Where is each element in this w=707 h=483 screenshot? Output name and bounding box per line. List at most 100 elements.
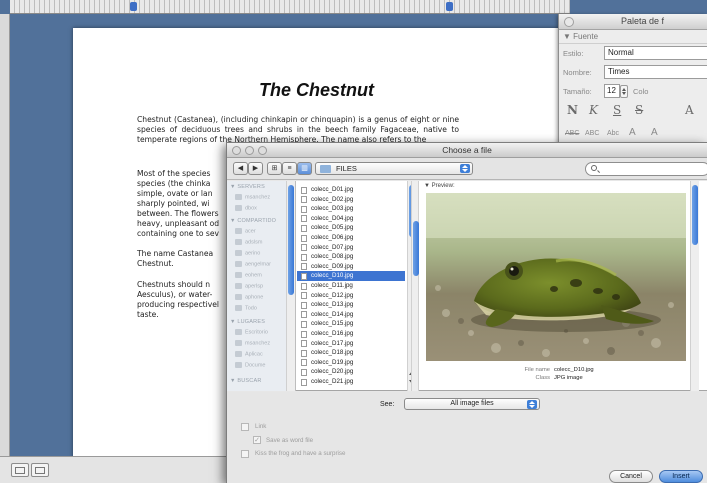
- image-file-icon: [301, 330, 307, 338]
- font-name-field[interactable]: Times: [604, 65, 707, 79]
- search-icon: [591, 165, 597, 171]
- file-name: colecc_D10.jpg: [311, 272, 354, 280]
- search-input[interactable]: [585, 162, 707, 176]
- sidebar-item[interactable]: aengelmar: [235, 261, 271, 267]
- dialog-options: See: All image files Link ✓ Save as word…: [227, 392, 707, 483]
- choose-file-dialog: Choose a file ◀ ▶ ⊞ ≡ ▥ FILES ▼ SERVERS …: [226, 142, 707, 483]
- file-name: colecc_D17.jpg: [311, 339, 354, 347]
- kiss-frog-checkbox[interactable]: [241, 450, 249, 458]
- scroll-thumb[interactable]: [692, 185, 698, 245]
- right-indent-marker[interactable]: [446, 2, 453, 11]
- dialog-titlebar[interactable]: Choose a file: [227, 143, 707, 158]
- layout-view-button[interactable]: [31, 463, 49, 477]
- italic-button[interactable]: K: [589, 103, 598, 117]
- superscript-button[interactable]: A: [629, 127, 636, 138]
- font-name-label: Nombre:: [563, 68, 592, 77]
- file-name-key: File name: [524, 367, 550, 373]
- file-row[interactable]: colecc_D20.jpg: [297, 367, 405, 376]
- sidebar-header-search: ▼ BUSCAR: [230, 378, 262, 384]
- file-row[interactable]: colecc_D16.jpg: [297, 329, 405, 338]
- save-as-word-checkbox[interactable]: ✓: [253, 436, 261, 444]
- file-name: colecc_D01.jpg: [311, 186, 354, 193]
- server-icon: [235, 194, 242, 200]
- preview-scrollbar[interactable]: [690, 181, 699, 391]
- sidebar-item[interactable]: Escritorio: [235, 329, 268, 335]
- image-file-icon: [301, 349, 307, 357]
- file-row[interactable]: colecc_D09.jpg: [297, 262, 405, 271]
- file-row[interactable]: colecc_D19.jpg: [297, 358, 405, 367]
- dialog-toolbar: ◀ ▶ ⊞ ≡ ▥ FILES: [227, 158, 707, 180]
- image-file-icon: [301, 368, 307, 376]
- file-row[interactable]: colecc_D14.jpg: [297, 310, 405, 319]
- scroll-thumb[interactable]: [413, 221, 419, 276]
- file-row[interactable]: colecc_D03.jpg: [297, 204, 405, 213]
- back-button[interactable]: ◀: [233, 162, 248, 175]
- sidebar-item[interactable]: dbox: [235, 205, 257, 211]
- file-row[interactable]: colecc_D06.jpg: [297, 233, 405, 242]
- file-row[interactable]: colecc_D12.jpg: [297, 291, 405, 300]
- folder-popup[interactable]: FILES: [315, 162, 473, 175]
- underline-button[interactable]: S: [613, 103, 621, 117]
- file-type-popup[interactable]: All image files: [404, 398, 540, 410]
- file-row[interactable]: colecc_D02.jpg: [297, 195, 405, 204]
- server-icon: [235, 205, 242, 211]
- sidebar-item[interactable]: aperlsp: [235, 283, 263, 289]
- sidebar-item[interactable]: msanchez: [235, 340, 270, 346]
- double-strike-button[interactable]: ABC: [565, 130, 579, 137]
- file-row[interactable]: colecc_D15.jpg: [297, 319, 405, 328]
- sidebar-item[interactable]: aphone: [235, 294, 263, 300]
- strikethrough-button[interactable]: S: [635, 103, 643, 117]
- horizontal-ruler[interactable]: [10, 0, 570, 14]
- image-file-icon: [301, 292, 307, 300]
- scroll-thumb[interactable]: [288, 185, 294, 295]
- computer-icon: [235, 272, 242, 278]
- forward-button[interactable]: ▶: [248, 162, 263, 175]
- file-row[interactable]: colecc_D11.jpg: [297, 281, 405, 290]
- left-indent-marker[interactable]: [130, 2, 137, 11]
- class-key: Class: [535, 375, 551, 381]
- file-type-value: All image files: [450, 400, 494, 407]
- desktop-icon: [235, 329, 242, 335]
- file-row[interactable]: colecc_D21.jpg: [297, 377, 405, 386]
- file-row-selected[interactable]: colecc_D10.jpg: [297, 271, 405, 281]
- style-label: Estilo:: [563, 49, 584, 58]
- palette-titlebar[interactable]: Paleta de f: [559, 14, 707, 30]
- file-name: colecc_D11.jpg: [311, 282, 353, 289]
- all-caps-button[interactable]: Abc: [607, 130, 619, 137]
- sidebar-item[interactable]: eohem: [235, 272, 262, 278]
- file-row[interactable]: colecc_D18.jpg: [297, 348, 405, 357]
- file-row[interactable]: colecc_D05.jpg: [297, 223, 405, 232]
- file-row[interactable]: colecc_D01.jpg: [297, 185, 405, 194]
- file-row[interactable]: colecc_D08.jpg: [297, 252, 405, 261]
- file-row[interactable]: colecc_D04.jpg: [297, 214, 405, 223]
- list-view-button[interactable]: ≡: [282, 162, 297, 175]
- font-color-button[interactable]: A: [685, 103, 694, 117]
- font-size-field[interactable]: 12: [604, 84, 620, 98]
- sidebar-item[interactable]: Todo: [235, 305, 257, 311]
- icon-view-button[interactable]: ⊞: [267, 162, 282, 175]
- image-file-icon: [301, 215, 307, 223]
- small-caps-button[interactable]: ABC: [585, 130, 599, 137]
- cancel-button[interactable]: Cancel: [609, 470, 653, 483]
- font-size-stepper[interactable]: [620, 85, 628, 98]
- sidebar-scrollbar[interactable]: [286, 181, 295, 391]
- column-divider-scrollbar[interactable]: [411, 181, 419, 391]
- font-section-header[interactable]: ▼ Fuente: [559, 30, 707, 44]
- file-row[interactable]: colecc_D13.jpg: [297, 300, 405, 309]
- draft-view-button[interactable]: [11, 463, 29, 477]
- bold-button[interactable]: N: [567, 103, 578, 117]
- sidebar-item[interactable]: aerino: [235, 250, 260, 256]
- style-field[interactable]: Normal: [604, 46, 707, 60]
- close-icon[interactable]: [564, 17, 574, 27]
- file-row[interactable]: colecc_D07.jpg: [297, 243, 405, 252]
- insert-button[interactable]: Insert: [659, 470, 703, 483]
- link-checkbox[interactable]: [241, 423, 249, 431]
- sidebar-item[interactable]: Aplicac: [235, 351, 263, 357]
- sidebar-item[interactable]: adslsm: [235, 239, 262, 245]
- column-view-button[interactable]: ▥: [297, 162, 312, 175]
- sidebar-item[interactable]: acer: [235, 228, 256, 234]
- sidebar-item[interactable]: msanchez: [235, 194, 270, 200]
- file-row[interactable]: colecc_D17.jpg: [297, 339, 405, 348]
- sidebar-item[interactable]: Docume: [235, 362, 265, 368]
- subscript-button[interactable]: A: [651, 127, 658, 138]
